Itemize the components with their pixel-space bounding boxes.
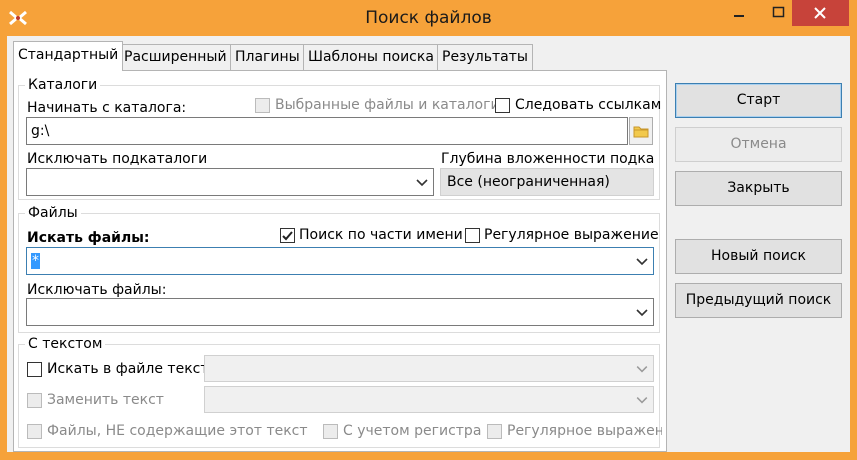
start-button[interactable]: Старт: [675, 83, 842, 118]
close-window-button[interactable]: [792, 0, 849, 26]
start-dir-input[interactable]: g:\: [26, 117, 628, 145]
find-text-combobox[interactable]: [204, 355, 654, 382]
checkmark-icon: [282, 231, 293, 241]
chevron-down-icon: [636, 309, 648, 317]
replace-text-label: Заменить текст: [47, 392, 164, 408]
catalogs-group-label: Каталоги: [25, 77, 101, 93]
chevron-down-icon: [636, 366, 648, 373]
close-icon: [814, 7, 826, 19]
tab-search-templates[interactable]: Шаблоны поиска: [303, 44, 439, 70]
find-text-checkbox[interactable]: [27, 362, 42, 377]
tab-results[interactable]: Результаты: [437, 44, 533, 70]
new-search-button[interactable]: Новый поиск: [675, 239, 842, 274]
files-group-label: Файлы: [25, 205, 81, 221]
exclude-subdirs-combobox[interactable]: [26, 168, 434, 196]
find-text-label: Искать в файле текст: [47, 361, 209, 377]
browse-folder-button[interactable]: [629, 117, 653, 145]
selected-files-label: Выбранные файлы и каталоги: [275, 97, 500, 113]
text-group-label: С текстом: [25, 336, 106, 352]
cancel-button[interactable]: Отмена: [675, 127, 842, 162]
replace-text-combobox[interactable]: [204, 386, 654, 413]
case-sensitive-label: С учетом регистра: [343, 423, 482, 439]
regex-text-label: Регулярное выражени: [507, 423, 662, 439]
maximize-button[interactable]: [766, 0, 792, 26]
minimize-icon: [734, 15, 744, 17]
exclude-subdirs-label: Исключать подкаталоги: [27, 151, 208, 167]
tab-standard[interactable]: Стандартный: [13, 41, 124, 71]
exclude-files-label: Исключать файлы:: [27, 282, 167, 298]
selected-files-checkbox[interactable]: [255, 98, 270, 113]
tab-advanced[interactable]: Расширенный: [119, 44, 232, 70]
regex-files-checkbox[interactable]: [465, 228, 480, 243]
folder-icon: [633, 126, 649, 138]
follow-links-label: Следовать ссылкам: [515, 97, 662, 113]
replace-text-checkbox[interactable]: [27, 393, 42, 408]
search-files-label: Искать файлы:: [27, 230, 150, 246]
previous-search-button[interactable]: Предыдущий поиск: [675, 283, 842, 318]
regex-text-checkbox[interactable]: [487, 424, 502, 439]
follow-links-checkbox[interactable]: [495, 98, 510, 113]
depth-label: Глубина вложенности подката.: [441, 151, 654, 167]
maximize-icon: [772, 6, 785, 18]
partial-name-checkbox[interactable]: [280, 228, 295, 243]
not-containing-label: Файлы, НЕ содержащие этот текст: [47, 423, 308, 439]
exclude-files-combobox[interactable]: [26, 298, 654, 326]
chevron-down-icon: [636, 258, 648, 266]
regex-files-label: Регулярное выражение: [484, 227, 659, 243]
partial-name-label: Поиск по части имени: [299, 227, 463, 243]
start-dir-label: Начинать с каталога:: [27, 100, 187, 116]
chevron-down-icon: [636, 397, 648, 404]
depth-combobox[interactable]: Все (неограниченная): [440, 168, 654, 196]
not-containing-checkbox[interactable]: [27, 424, 42, 439]
search-files-combobox[interactable]: *: [26, 247, 654, 275]
minimize-button[interactable]: [712, 0, 766, 26]
tab-plugins[interactable]: Плагины: [230, 44, 305, 70]
close-button[interactable]: Закрыть: [675, 171, 842, 206]
search-files-value: *: [31, 253, 40, 269]
chevron-down-icon: [416, 179, 428, 187]
case-sensitive-checkbox[interactable]: [323, 424, 338, 439]
